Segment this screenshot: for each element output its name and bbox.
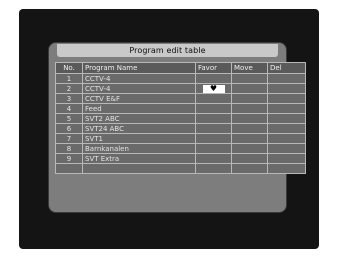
- move-cell[interactable]: [231, 83, 268, 94]
- table-row[interactable]: 3 CCTV E&F: [55, 93, 306, 104]
- delete-cell[interactable]: [267, 103, 306, 114]
- row-number: 8: [55, 143, 83, 154]
- delete-cell[interactable]: [267, 83, 306, 94]
- row-number: 2: [55, 83, 83, 94]
- empty-cell: [195, 163, 232, 174]
- panel-title: Program edit table: [129, 46, 206, 55]
- table-row[interactable]: 2 CCTV-4 ♥: [55, 83, 306, 94]
- row-number: 5: [55, 113, 83, 124]
- favor-cell[interactable]: [195, 73, 232, 84]
- move-cell[interactable]: [231, 123, 268, 134]
- program-name[interactable]: Barnkanalen: [82, 143, 196, 154]
- delete-cell[interactable]: [267, 143, 306, 154]
- program-name[interactable]: SVT1: [82, 133, 196, 144]
- header-favor: Favor: [195, 62, 232, 74]
- heart-icon: ♥: [202, 84, 225, 93]
- program-name[interactable]: Feed: [82, 103, 196, 114]
- program-name[interactable]: SVT24 ABC: [82, 123, 196, 134]
- program-name[interactable]: CCTV E&F: [82, 93, 196, 104]
- favor-cell[interactable]: [195, 123, 232, 134]
- move-cell[interactable]: [231, 133, 268, 144]
- table-row[interactable]: 8 Barnkanalen: [55, 143, 306, 154]
- table-row[interactable]: 6 SVT24 ABC: [55, 123, 306, 134]
- table-row[interactable]: 9 SVT Extra: [55, 153, 306, 164]
- table-row[interactable]: 7 SVT1: [55, 133, 306, 144]
- delete-cell[interactable]: [267, 113, 306, 124]
- favor-cell[interactable]: [195, 113, 232, 124]
- delete-cell[interactable]: [267, 123, 306, 134]
- header-move: Move: [231, 62, 268, 74]
- move-cell[interactable]: [231, 103, 268, 114]
- move-cell[interactable]: [231, 113, 268, 124]
- program-name[interactable]: SVT Extra: [82, 153, 196, 164]
- header-program-name: Program Name: [82, 62, 196, 74]
- row-number: 4: [55, 103, 83, 114]
- header-no: No.: [55, 62, 83, 74]
- row-number: 7: [55, 133, 83, 144]
- move-cell[interactable]: [231, 143, 268, 154]
- empty-cell: [231, 163, 268, 174]
- row-number: 3: [55, 93, 83, 104]
- empty-row: [55, 163, 306, 174]
- tv-screen: Program edit table No. Program Name Favo…: [19, 9, 319, 249]
- empty-cell: [55, 163, 83, 174]
- favor-cell[interactable]: [195, 103, 232, 114]
- empty-cell: [267, 163, 306, 174]
- table-row[interactable]: 4 Feed: [55, 103, 306, 114]
- table-row[interactable]: 5 SVT2 ABC: [55, 113, 306, 124]
- header-del: Del: [267, 62, 306, 74]
- row-number: 1: [55, 73, 83, 84]
- row-number: 6: [55, 123, 83, 134]
- row-number: 9: [55, 153, 83, 164]
- favor-cell[interactable]: [195, 93, 232, 104]
- table-row[interactable]: 1 CCTV-4: [55, 73, 306, 84]
- favor-cell[interactable]: [195, 153, 232, 164]
- delete-cell[interactable]: [267, 133, 306, 144]
- move-cell[interactable]: [231, 73, 268, 84]
- favor-cell[interactable]: ♥: [195, 83, 232, 94]
- delete-cell[interactable]: [267, 93, 306, 104]
- favor-cell[interactable]: [195, 143, 232, 154]
- empty-cell: [82, 163, 196, 174]
- program-edit-panel: Program edit table No. Program Name Favo…: [49, 43, 306, 212]
- delete-cell[interactable]: [267, 73, 306, 84]
- move-cell[interactable]: [231, 153, 268, 164]
- program-table: No. Program Name Favor Move Del 1 CCTV-4 2…: [55, 62, 306, 174]
- delete-cell[interactable]: [267, 153, 306, 164]
- program-name[interactable]: SVT2 ABC: [82, 113, 196, 124]
- program-name[interactable]: CCTV-4: [82, 73, 196, 84]
- favor-cell[interactable]: [195, 133, 232, 144]
- program-name[interactable]: CCTV-4: [82, 83, 196, 94]
- move-cell[interactable]: [231, 93, 268, 104]
- table-header-row: No. Program Name Favor Move Del: [55, 62, 306, 74]
